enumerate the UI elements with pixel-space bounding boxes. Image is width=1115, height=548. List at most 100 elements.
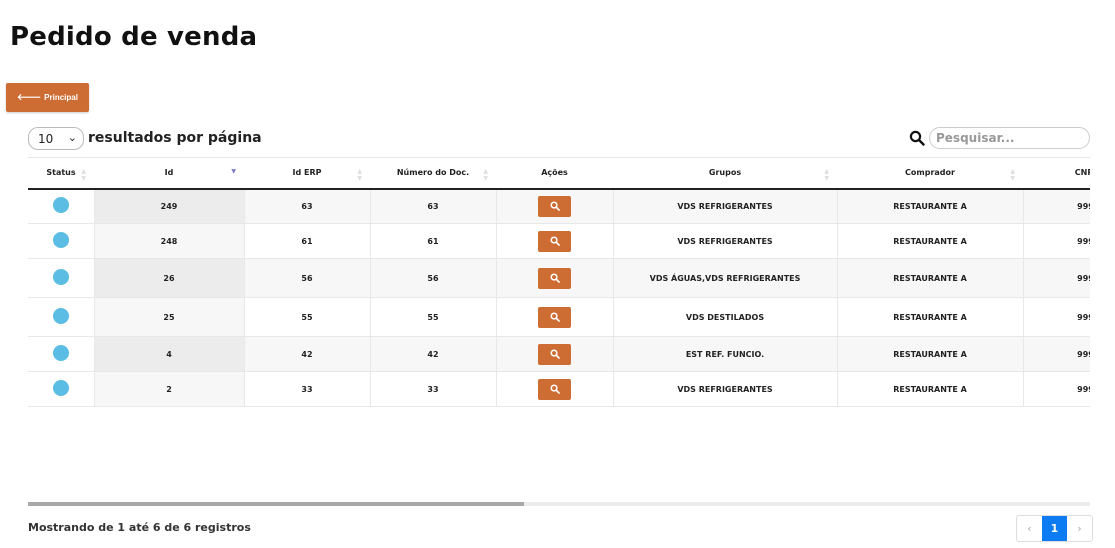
cell-comprador: RESTAURANTE A [837,336,1024,372]
status-indicator [52,308,69,324]
table-row: 44242EST REF. FUNCIO.RESTAURANTE A999 [28,336,1090,372]
sort-desc-icon: ▼ [231,168,236,175]
cell-numero-doc: 61 [370,223,497,259]
cell-grupos: VDS DESTILADOS [613,297,838,337]
column-header-grupos[interactable]: Grupos ▲ ▼ [613,157,837,190]
cell-id: 2 [94,371,245,407]
search-icon [550,312,560,322]
orders-table: Status ▲ ▼ Id ▼ Id ERP ▲ ▼ Número do Doc. ▲ ▼ A… [28,157,1090,407]
arrow-left-icon: 🡐 [17,92,42,102]
cell-acoes [496,223,614,259]
cell-cnpj: 999 [1023,371,1090,407]
status-cell [28,258,95,298]
view-order-button[interactable] [538,306,571,328]
table-row: 255555VDS DESTILADOSRESTAURANTE A999 [28,297,1090,337]
search-icon [550,273,560,283]
status-indicator [52,197,69,214]
status-indicator [52,345,69,361]
page-title: Pedido de venda [10,22,258,52]
page-length-value: 10 [38,131,54,146]
cell-acoes [496,371,614,407]
cell-numero-doc: 55 [370,297,497,337]
cell-id-erp: 33 [244,371,371,407]
search-placeholder: Pesquisar... [936,131,1015,145]
cell-id: 249 [94,188,245,224]
cell-grupos: EST REF. FUNCIO. [613,336,838,372]
cell-numero-doc: 56 [370,258,497,298]
cell-id: 26 [94,258,245,298]
pagination-page-1[interactable]: 1 [1042,516,1067,541]
cell-id: 25 [94,297,245,337]
table-row: 23333VDS REFRIGERANTESRESTAURANTE A999 [28,371,1090,407]
cell-acoes [496,258,614,298]
cell-comprador: RESTAURANTE A [837,188,1024,224]
page-length-select[interactable]: 10 ⌄ [28,127,84,150]
cell-id-erp: 42 [244,336,371,372]
search-icon [550,349,560,359]
column-header-cnpj[interactable]: CNPJ [1023,157,1090,190]
column-header-acoes: Ações [496,157,613,190]
horizontal-scrollbar[interactable] [28,502,1090,506]
view-order-button[interactable] [538,195,571,217]
status-cell [28,297,95,337]
column-header-id-erp[interactable]: Id ERP ▲ ▼ [244,157,370,190]
sort-icon: ▲ ▼ [483,168,488,182]
status-indicator [52,380,69,396]
search-icon [550,201,560,212]
column-header-status[interactable]: Status ▲ ▼ [28,157,94,190]
page-length-label: resultados por página [88,130,262,146]
search-icon [550,236,560,246]
back-button-label: Principal [44,93,78,102]
cell-comprador: RESTAURANTE A [837,371,1024,407]
cell-cnpj: 999 [1023,336,1090,372]
sort-icon: ▲ ▼ [1010,168,1015,182]
cell-cnpj: 999 [1023,188,1090,224]
column-header-id[interactable]: Id ▼ [94,157,244,190]
view-order-button[interactable] [538,267,571,289]
table-row: 26 56 56 VDS ÁGUAS,VDS REFRIGERANTES RESTAUR… [28,258,1090,298]
cell-id: 4 [94,336,245,372]
pagination-next[interactable]: › [1067,516,1092,541]
cell-id-erp: 56 [244,258,371,298]
table-header-row: Status ▲ ▼ Id ▼ Id ERP ▲ ▼ Número do Doc. ▲ ▼ A… [28,157,1090,190]
cell-grupos: VDS ÁGUAS,VDS REFRIGERANTES [613,258,838,298]
sort-icon: ▲ ▼ [357,168,362,182]
search-input[interactable]: Pesquisar... [929,127,1090,149]
sort-icon: ▲ ▼ [824,168,829,182]
cell-acoes [496,336,614,372]
cell-cnpj: 999 [1023,297,1090,337]
sort-icon: ▲ ▼ [81,168,86,182]
scrollbar-thumb[interactable] [28,502,524,506]
chevron-down-icon: ⌄ [67,131,77,144]
view-order-button[interactable] [538,343,571,365]
status-cell [28,223,95,259]
pagination-previous[interactable]: ‹ [1017,516,1042,541]
cell-grupos: VDS REFRIGERANTES [613,371,838,407]
column-header-numero-doc[interactable]: Número do Doc. ▲ ▼ [370,157,496,190]
status-cell [28,336,95,372]
table-row: 2486161VDS REFRIGERANTESRESTAURANTE A999 [28,223,1090,259]
view-order-button[interactable] [538,378,571,400]
orders-table-container[interactable]: Status ▲ ▼ Id ▼ Id ERP ▲ ▼ Número do Doc. ▲ ▼ A… [28,157,1090,407]
table-row-partial [28,406,1090,407]
cell-numero-doc: 42 [370,336,497,372]
cell-comprador: RESTAURANTE A [837,297,1024,337]
view-order-button[interactable] [538,230,571,252]
cell-comprador: RESTAURANTE A [837,223,1024,259]
search-icon [550,384,560,394]
table-row: 2496363VDS REFRIGERANTESRESTAURANTE A999 [28,188,1090,224]
cell-cnpj: 999 [1023,258,1090,298]
cell-id: 248 [94,223,245,259]
back-to-principal-button[interactable]: 🡐 Principal [6,83,89,112]
cell-id-erp: 55 [244,297,371,337]
cell-numero-doc: 33 [370,371,497,407]
column-header-comprador[interactable]: Comprador ▲ ▼ [837,157,1023,190]
cell-grupos: VDS REFRIGERANTES [613,223,838,259]
status-cell [28,188,95,224]
status-indicator [52,232,69,248]
cell-cnpj: 999 [1023,223,1090,259]
pagination: ‹ 1 › [1016,515,1093,542]
cell-acoes [496,188,614,224]
cell-comprador: RESTAURANTE A [837,258,1024,298]
cell-id-erp: 63 [244,188,371,224]
